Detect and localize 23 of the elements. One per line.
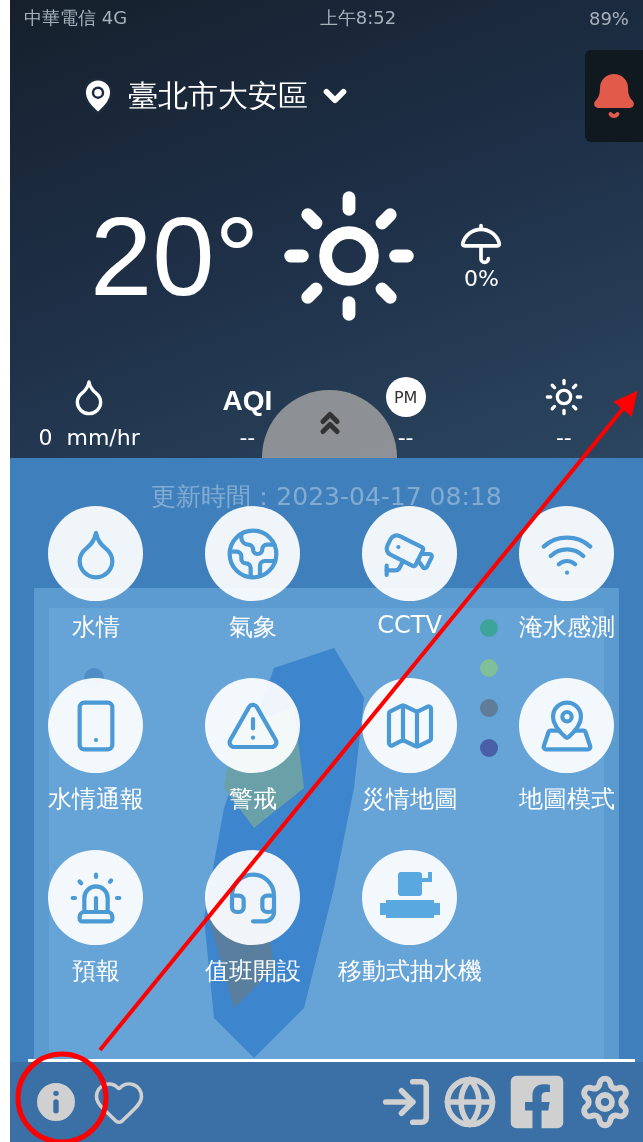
menu-item[interactable]: 災情地圖 [331,678,488,850]
metric-label: AQI [222,385,273,417]
rain-chance: 0% [463,265,499,291]
alert-button[interactable] [585,50,643,142]
sun-icon [543,377,584,417]
menu-item[interactable]: 警戒 [174,678,331,850]
umbrella-icon [459,221,504,266]
menu-item[interactable]: 水情通報 [17,678,174,850]
temperature: 20° [90,192,260,321]
metric-value: 0 mm/hr [38,425,140,450]
metric-value: -- [239,425,256,450]
clock-text: 上午8:52 [319,6,397,30]
menu-item[interactable]: 地圖模式 [488,678,643,850]
menu-item[interactable]: 值班開設 [174,850,331,1022]
menu-item[interactable]: 移動式抽水機 [331,850,488,1022]
location-name: 臺北市大安區 [128,76,308,115]
battery-text: 89% [588,7,629,29]
pm-badge: PM [385,377,426,417]
metric-value: -- [555,425,572,450]
language-button[interactable] [443,1075,497,1129]
metric-value: -- [397,425,414,450]
carrier-text: 中華電信 4G [24,6,128,30]
menu-item[interactable]: 預報 [17,850,174,1022]
